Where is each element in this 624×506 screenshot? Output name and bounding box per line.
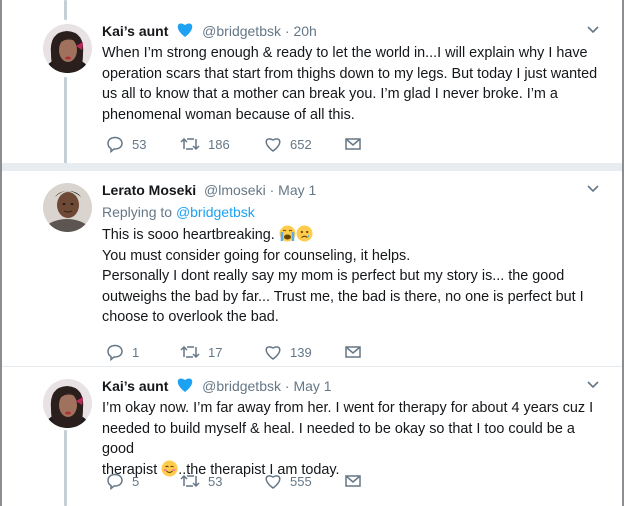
- tweet-text-line: operation scars that start from thighs d…: [102, 65, 598, 82]
- heart-icon: [265, 475, 281, 489]
- envelope-icon: [345, 346, 361, 358]
- retweet-count: 17: [208, 344, 223, 360]
- author-name[interactable]: Kai’s aunt: [102, 378, 168, 394]
- like-count: 139: [290, 344, 312, 360]
- envelope-icon: [345, 138, 361, 150]
- author-handle[interactable]: @bridgetbsk: [202, 23, 281, 39]
- like-button[interactable]: 652: [264, 134, 312, 154]
- chevron-down-icon[interactable]: [586, 377, 600, 396]
- tweet-header: Kai’s aunt @bridgetbsk · 20h: [102, 20, 604, 42]
- tweet-text-line: You must consider going for counseling, …: [102, 247, 411, 264]
- tweet-header: Kai’s aunt @bridgetbsk · May 1: [102, 375, 604, 397]
- avatar[interactable]: [43, 24, 92, 73]
- tweet-text-line: phenomenal woman because of all this.: [102, 106, 355, 123]
- sad-face-icon: [296, 225, 313, 242]
- retweet-count: 186: [208, 136, 230, 152]
- tweet-time[interactable]: 20h: [293, 23, 316, 39]
- retweet-button[interactable]: 17: [180, 342, 222, 362]
- retweet-icon: [180, 137, 200, 151]
- replying-to: Replying to @bridgetbsk: [102, 202, 604, 222]
- envelope-icon: [345, 475, 361, 487]
- tweet-actions: 5 53 555: [102, 471, 402, 491]
- tweet-text: I’m okay now. I’m far away from her. I w…: [102, 398, 604, 480]
- reply-count: 5: [132, 473, 140, 489]
- retweet-count: 53: [208, 473, 223, 489]
- replying-to-label: Replying to: [102, 204, 176, 220]
- separator-dot: ·: [284, 378, 290, 394]
- like-button[interactable]: 555: [264, 471, 312, 491]
- reply-icon: [107, 473, 123, 490]
- heart-icon: [176, 377, 194, 399]
- chevron-down-icon[interactable]: [586, 22, 600, 41]
- tweet-actions: 1 17 139: [102, 342, 402, 362]
- reply-count: 53: [132, 136, 147, 152]
- like-count: 652: [290, 136, 312, 152]
- retweet-button[interactable]: 186: [180, 134, 230, 154]
- author-name[interactable]: Lerato Moseki: [102, 182, 196, 198]
- crying-face-icon: [279, 225, 296, 242]
- tweet-header: Lerato Moseki @lmoseki · May 1: [102, 179, 604, 201]
- reply-icon: [107, 344, 123, 361]
- heart-icon: [265, 138, 281, 152]
- tweet-actions: 53 186 652: [102, 134, 402, 154]
- heart-icon: [265, 346, 281, 360]
- retweet-icon: [180, 345, 200, 359]
- reply-button[interactable]: 1: [106, 342, 139, 362]
- tweet-text: This is sooo heartbreaking. You must con…: [102, 225, 604, 328]
- author-handle[interactable]: @lmoseki: [204, 182, 266, 198]
- tweet-text-line: When I’m strong enough & ready to let th…: [102, 45, 588, 61]
- direct-message-button[interactable]: [344, 342, 362, 362]
- tweet-text-line: I’m okay now. I’m far away from her. I w…: [102, 400, 594, 416]
- replying-to-link[interactable]: @bridgetbsk: [176, 204, 255, 220]
- like-button[interactable]: 139: [264, 342, 312, 362]
- reply-icon: [107, 136, 123, 153]
- retweet-button[interactable]: 53: [180, 471, 222, 491]
- direct-message-button[interactable]: [344, 134, 362, 154]
- avatar[interactable]: [43, 379, 92, 428]
- author-handle[interactable]: @bridgetbsk: [202, 378, 281, 394]
- tweet[interactable]: Kai’s aunt @bridgetbsk · 20h When I’m st…: [2, 0, 622, 162]
- tweet[interactable]: Lerato Moseki @lmoseki · May 1 Replying …: [2, 171, 622, 369]
- direct-message-button[interactable]: [344, 471, 362, 491]
- reply-button[interactable]: 5: [106, 471, 139, 491]
- tweet-text-line: needed to build myself & heal. I needed …: [102, 420, 575, 458]
- tweet-text: When I’m strong enough & ready to let th…: [102, 43, 604, 125]
- tweet-text-line: us all to know that a mother can break y…: [102, 86, 558, 102]
- chevron-down-icon[interactable]: [586, 181, 600, 200]
- separator-dot: ·: [284, 23, 290, 39]
- tweet-text-line: outweighs the bad by far... Trust me, th…: [102, 288, 584, 305]
- avatar[interactable]: [43, 183, 92, 232]
- tweet-time[interactable]: May 1: [278, 182, 316, 198]
- reply-button[interactable]: 53: [106, 134, 146, 154]
- retweet-icon: [180, 474, 200, 488]
- author-name[interactable]: Kai’s aunt: [102, 23, 168, 39]
- heart-icon: [176, 22, 194, 44]
- like-count: 555: [290, 473, 312, 489]
- tweet-text-line: This is sooo heartbreaking.: [102, 225, 604, 246]
- tweet-text-segment: This is sooo heartbreaking.: [102, 227, 279, 243]
- separator-dot: ·: [269, 182, 275, 198]
- conversation-divider: [2, 163, 622, 171]
- tweet-text-line: Personally I dont really say my mom is p…: [102, 268, 565, 284]
- tweet-time[interactable]: May 1: [293, 378, 331, 394]
- tweet[interactable]: Kai’s aunt @bridgetbsk · May 1 I’m okay …: [2, 367, 622, 506]
- tweet-text-line: choose to overlook the bad.: [102, 309, 279, 325]
- reply-count: 1: [132, 344, 140, 360]
